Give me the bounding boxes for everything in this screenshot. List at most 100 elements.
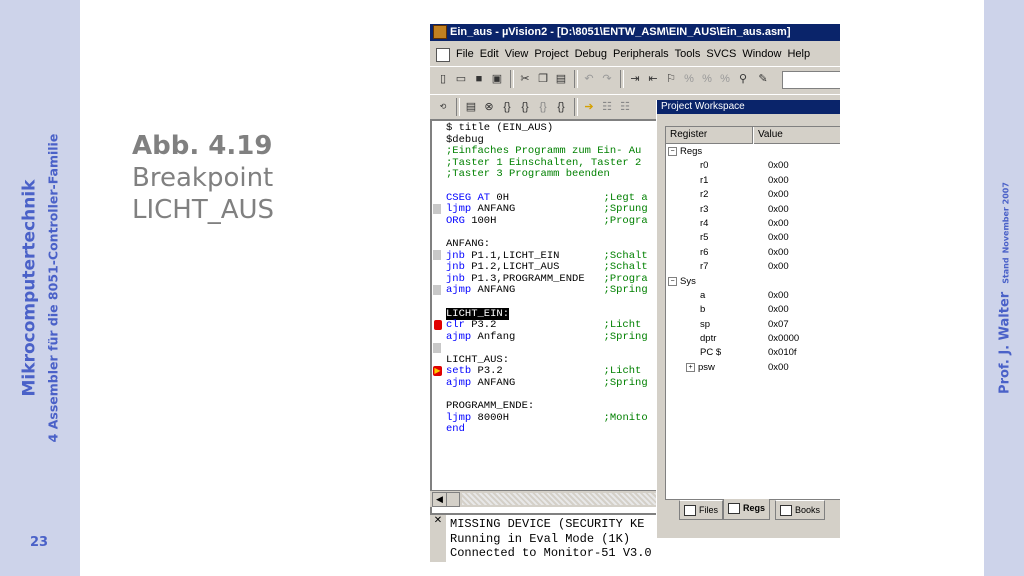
bookmark-prev-icon[interactable]: % [700, 72, 714, 86]
paste-icon[interactable]: ▤ [554, 72, 568, 86]
cut-icon[interactable]: ✂ [518, 72, 532, 86]
bookmark-clear-icon[interactable]: % [718, 72, 732, 86]
register-row[interactable]: PC $ 0x010f [666, 346, 840, 360]
run-to-cursor-icon[interactable]: {} [554, 100, 568, 114]
menu-peripherals[interactable]: Peripherals [613, 48, 669, 60]
stop-icon[interactable]: ⊗ [482, 100, 496, 114]
register-name: − Sys [668, 275, 696, 289]
code-line[interactable]: ;Taster 3 Programm beenden [446, 169, 648, 181]
find-input[interactable] [782, 71, 840, 89]
code-lines[interactable]: $ title (EIN_AUS) $debug ;Einfaches Progra… [446, 122, 648, 436]
column-header-value[interactable]: Value [754, 127, 840, 144]
expand-icon[interactable]: + [686, 362, 695, 372]
show-next-statement-icon[interactable]: ➔ [582, 100, 596, 114]
reset-icon[interactable]: ⟲ [436, 100, 450, 114]
code-token: ;Progra [603, 214, 648, 227]
find-icon[interactable]: ✎ [756, 72, 770, 86]
breakpoint-marker[interactable] [434, 320, 442, 330]
find-in-files-icon[interactable]: ⚲ [736, 72, 750, 86]
menu-edit[interactable]: Edit [480, 48, 499, 60]
menu-file[interactable]: File [456, 48, 474, 60]
register-row[interactable]: r6 0x00 [666, 246, 840, 260]
menu-window[interactable]: Window [742, 48, 781, 60]
output-window-close-icon[interactable]: ✕ [430, 515, 446, 562]
scroll-thumb[interactable] [446, 492, 460, 507]
code-line[interactable]: ajmp ANFANG ;Spring [446, 377, 648, 390]
register-name: r2 [700, 188, 708, 202]
bookmark-icon[interactable]: ⚐ [664, 72, 678, 86]
unindent-icon[interactable]: ⇤ [646, 72, 660, 86]
register-row[interactable]: r4 0x00 [666, 217, 840, 231]
register-row[interactable]: r3 0x00 [666, 203, 840, 217]
menu-svcs[interactable]: SVCS [706, 48, 736, 60]
trace-icon[interactable]: ☷ [600, 100, 614, 114]
menu-tools[interactable]: Tools [675, 48, 701, 60]
step-over-icon[interactable]: {} [518, 100, 532, 114]
code-line[interactable]: ajmp ANFANG ;Spring [446, 285, 648, 297]
register-name: r1 [700, 174, 708, 188]
menu-view[interactable]: View [505, 48, 529, 60]
register-label: r2 [700, 189, 709, 201]
editor-horizontal-scrollbar[interactable]: ◀ [430, 490, 660, 507]
tab-files[interactable]: Files [679, 500, 724, 520]
save-icon[interactable]: ■ [472, 72, 486, 86]
output-line: Connected to Monitor-51 V3.0 [450, 546, 652, 560]
register-row[interactable]: a 0x00 [666, 289, 840, 303]
register-value: 0x00 [768, 203, 789, 215]
current-line-breakpoint-icon[interactable]: ▶ [433, 366, 442, 376]
register-row[interactable]: r2 0x00 [666, 188, 840, 202]
run-icon[interactable]: ▤ [464, 100, 478, 114]
step-out-icon[interactable]: {} [536, 100, 550, 114]
scroll-track[interactable] [462, 493, 658, 505]
code-token: P1.3,PROGRAMM_ENDE [464, 272, 604, 285]
tab-regs[interactable]: Regs [723, 499, 771, 520]
source-editor[interactable]: ▶ $ title (EIN_AUS) $debug ;Einfaches Prog… [430, 119, 660, 521]
code-token: ;Spring [603, 377, 648, 390]
menu-help[interactable]: Help [787, 48, 810, 60]
step-into-icon[interactable]: {} [500, 100, 514, 114]
register-row[interactable]: − Sys [666, 275, 840, 289]
new-file-icon[interactable]: ▯ [436, 72, 450, 86]
collapse-icon[interactable]: − [668, 146, 677, 156]
bookmark-next-icon[interactable]: % [682, 72, 696, 86]
code-token: ANFANG [471, 284, 604, 297]
register-row[interactable]: r7 0x00 [666, 260, 840, 274]
caption-title: Abb. 4.19 [132, 131, 273, 161]
register-row[interactable]: b 0x00 [666, 303, 840, 317]
menu-project[interactable]: Project [534, 48, 568, 60]
register-row[interactable]: − Regs [666, 145, 840, 159]
collapse-icon[interactable]: − [668, 276, 677, 286]
menu-debug[interactable]: Debug [575, 48, 607, 60]
undo-icon[interactable]: ↶ [582, 72, 596, 86]
copy-icon[interactable]: ❐ [536, 72, 550, 86]
redo-icon[interactable]: ↷ [600, 72, 614, 86]
caption-line-2: Breakpoint [132, 163, 274, 193]
scroll-left-icon[interactable]: ◀ [432, 492, 447, 507]
code-token: ;Monito [603, 411, 648, 424]
save-all-icon[interactable]: ▣ [490, 72, 504, 86]
register-label: Sys [680, 275, 696, 287]
toolbar-separator [510, 70, 514, 88]
code-line[interactable]: end [446, 424, 648, 436]
indent-icon[interactable]: ⇥ [628, 72, 642, 86]
output-lines: MISSING DEVICE (SECURITY KE Running in Ev… [450, 517, 652, 561]
register-row[interactable]: + psw 0x00 [666, 361, 840, 375]
window-title: Ein_aus - µVision2 - [D:\8051\ENTW_ASM\E… [450, 26, 791, 38]
code-line[interactable]: ORG 100H ;Progra [446, 214, 648, 228]
code-line[interactable]: ljmp 8000H ;Monito [446, 411, 648, 425]
register-row[interactable]: r0 0x00 [666, 159, 840, 173]
uvision-window: Ein_aus - µVision2 - [D:\8051\ENTW_ASM\E… [430, 24, 840, 562]
register-row[interactable]: sp 0x07 [666, 318, 840, 332]
trace-records-icon[interactable]: ☷ [618, 100, 632, 114]
project-workspace-title[interactable]: Project Workspace [657, 100, 840, 114]
register-row[interactable]: dptr 0x0000 [666, 332, 840, 346]
register-row[interactable]: r5 0x00 [666, 231, 840, 245]
code-line[interactable] [446, 297, 648, 309]
code-token: ;Spring [603, 284, 648, 297]
tab-books[interactable]: Books [775, 500, 826, 520]
open-file-icon[interactable]: ▭ [454, 72, 468, 86]
register-row[interactable]: r1 0x00 [666, 174, 840, 188]
window-titlebar[interactable]: Ein_aus - µVision2 - [D:\8051\ENTW_ASM\E… [430, 24, 840, 41]
column-header-register[interactable]: Register [666, 127, 753, 144]
code-line[interactable]: ajmp Anfang ;Spring [446, 331, 648, 344]
